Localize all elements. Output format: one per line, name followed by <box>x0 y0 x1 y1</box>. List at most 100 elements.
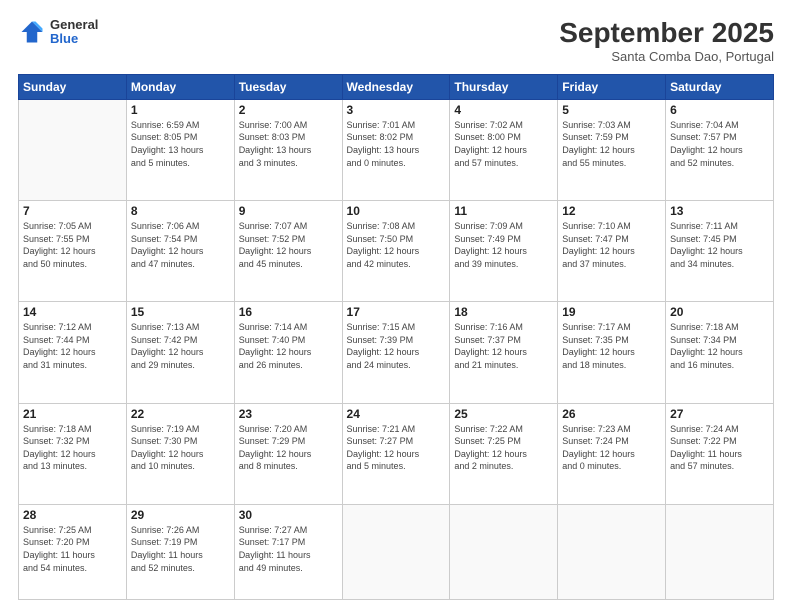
calendar-cell: 10 Sunrise: 7:08 AM Sunset: 7:50 PM Dayli… <box>342 201 450 302</box>
day-number: 4 <box>454 103 553 117</box>
day-info: Sunrise: 7:12 AM Sunset: 7:44 PM Dayligh… <box>23 321 122 371</box>
week-row-1: 1 Sunrise: 6:59 AM Sunset: 8:05 PM Daylig… <box>19 99 774 200</box>
day-number: 29 <box>131 508 230 522</box>
weekday-header-friday: Friday <box>558 74 666 99</box>
calendar-cell: 28Sunrise: 7:25 AM Sunset: 7:20 PM Dayli… <box>19 504 127 599</box>
day-number: 27 <box>670 407 769 421</box>
logo-line1: General <box>50 18 98 32</box>
calendar-cell <box>450 504 558 599</box>
calendar-cell: 17 Sunrise: 7:15 AM Sunset: 7:39 PM Dayli… <box>342 302 450 403</box>
calendar-cell: 12Sunrise: 7:10 AM Sunset: 7:47 PM Dayli… <box>558 201 666 302</box>
day-info: Sunrise: 7:23 AM Sunset: 7:24 PM Dayligh… <box>562 423 661 473</box>
logo-line2: Blue <box>50 32 98 46</box>
calendar-cell: 4 Sunrise: 7:02 AM Sunset: 8:00 PM Daylig… <box>450 99 558 200</box>
calendar-cell: 2 Sunrise: 7:00 AM Sunset: 8:03 PM Daylig… <box>234 99 342 200</box>
calendar-cell: 20 Sunrise: 7:18 AM Sunset: 7:34 PM Dayli… <box>666 302 774 403</box>
day-info: Sunrise: 7:21 AM Sunset: 7:27 PM Dayligh… <box>347 423 446 473</box>
day-info: Sunrise: 7:26 AM Sunset: 7:19 PM Dayligh… <box>131 524 230 574</box>
week-row-3: 14Sunrise: 7:12 AM Sunset: 7:44 PM Dayli… <box>19 302 774 403</box>
calendar-cell: 7 Sunrise: 7:05 AM Sunset: 7:55 PM Daylig… <box>19 201 127 302</box>
day-number: 24 <box>347 407 446 421</box>
day-number: 15 <box>131 305 230 319</box>
day-number: 5 <box>562 103 661 117</box>
day-info: Sunrise: 7:00 AM Sunset: 8:03 PM Dayligh… <box>239 119 338 169</box>
day-number: 25 <box>454 407 553 421</box>
day-number: 12 <box>562 204 661 218</box>
day-number: 8 <box>131 204 230 218</box>
calendar-cell: 24 Sunrise: 7:21 AM Sunset: 7:27 PM Dayli… <box>342 403 450 504</box>
page: General Blue September 2025 Santa Comba … <box>0 0 792 612</box>
day-info: Sunrise: 7:16 AM Sunset: 7:37 PM Dayligh… <box>454 321 553 371</box>
header: General Blue September 2025 Santa Comba … <box>18 18 774 64</box>
title-block: September 2025 Santa Comba Dao, Portugal <box>559 18 774 64</box>
day-info: Sunrise: 7:24 AM Sunset: 7:22 PM Dayligh… <box>670 423 769 473</box>
calendar-cell <box>666 504 774 599</box>
calendar-cell: 27 Sunrise: 7:24 AM Sunset: 7:22 PM Dayli… <box>666 403 774 504</box>
calendar-cell <box>342 504 450 599</box>
calendar-cell: 29 Sunrise: 7:26 AM Sunset: 7:19 PM Dayli… <box>126 504 234 599</box>
weekday-header-wednesday: Wednesday <box>342 74 450 99</box>
day-number: 17 <box>347 305 446 319</box>
day-number: 10 <box>347 204 446 218</box>
day-number: 20 <box>670 305 769 319</box>
calendar-cell: 23Sunrise: 7:20 AM Sunset: 7:29 PM Dayli… <box>234 403 342 504</box>
logo: General Blue <box>18 18 98 47</box>
day-number: 23 <box>239 407 338 421</box>
day-info: Sunrise: 7:09 AM Sunset: 7:49 PM Dayligh… <box>454 220 553 270</box>
day-number: 1 <box>131 103 230 117</box>
calendar-cell: 14Sunrise: 7:12 AM Sunset: 7:44 PM Dayli… <box>19 302 127 403</box>
calendar-cell: 15 Sunrise: 7:13 AM Sunset: 7:42 PM Dayli… <box>126 302 234 403</box>
day-number: 13 <box>670 204 769 218</box>
day-info: Sunrise: 7:18 AM Sunset: 7:34 PM Dayligh… <box>670 321 769 371</box>
day-info: Sunrise: 7:06 AM Sunset: 7:54 PM Dayligh… <box>131 220 230 270</box>
weekday-header-monday: Monday <box>126 74 234 99</box>
day-info: Sunrise: 7:15 AM Sunset: 7:39 PM Dayligh… <box>347 321 446 371</box>
day-number: 16 <box>239 305 338 319</box>
day-number: 2 <box>239 103 338 117</box>
calendar-cell <box>19 99 127 200</box>
day-info: Sunrise: 7:08 AM Sunset: 7:50 PM Dayligh… <box>347 220 446 270</box>
day-info: Sunrise: 7:14 AM Sunset: 7:40 PM Dayligh… <box>239 321 338 371</box>
day-info: Sunrise: 7:22 AM Sunset: 7:25 PM Dayligh… <box>454 423 553 473</box>
week-row-5: 28Sunrise: 7:25 AM Sunset: 7:20 PM Dayli… <box>19 504 774 599</box>
day-info: Sunrise: 7:19 AM Sunset: 7:30 PM Dayligh… <box>131 423 230 473</box>
day-number: 11 <box>454 204 553 218</box>
calendar-cell: 30 Sunrise: 7:27 AM Sunset: 7:17 PM Dayli… <box>234 504 342 599</box>
location-subtitle: Santa Comba Dao, Portugal <box>559 49 774 64</box>
day-number: 28 <box>23 508 122 522</box>
day-info: Sunrise: 6:59 AM Sunset: 8:05 PM Dayligh… <box>131 119 230 169</box>
calendar-cell: 18 Sunrise: 7:16 AM Sunset: 7:37 PM Dayli… <box>450 302 558 403</box>
day-info: Sunrise: 7:13 AM Sunset: 7:42 PM Dayligh… <box>131 321 230 371</box>
week-row-4: 21Sunrise: 7:18 AM Sunset: 7:32 PM Dayli… <box>19 403 774 504</box>
calendar-cell: 21Sunrise: 7:18 AM Sunset: 7:32 PM Dayli… <box>19 403 127 504</box>
calendar-table: SundayMondayTuesdayWednesdayThursdayFrid… <box>18 74 774 600</box>
weekday-header-saturday: Saturday <box>666 74 774 99</box>
day-number: 22 <box>131 407 230 421</box>
calendar-cell: 16 Sunrise: 7:14 AM Sunset: 7:40 PM Dayli… <box>234 302 342 403</box>
calendar-cell: 5Sunrise: 7:03 AM Sunset: 7:59 PM Daylig… <box>558 99 666 200</box>
day-number: 30 <box>239 508 338 522</box>
weekday-header-thursday: Thursday <box>450 74 558 99</box>
calendar-cell: 9 Sunrise: 7:07 AM Sunset: 7:52 PM Daylig… <box>234 201 342 302</box>
calendar-cell: 25 Sunrise: 7:22 AM Sunset: 7:25 PM Dayli… <box>450 403 558 504</box>
weekday-header-sunday: Sunday <box>19 74 127 99</box>
day-info: Sunrise: 7:18 AM Sunset: 7:32 PM Dayligh… <box>23 423 122 473</box>
calendar-cell: 11 Sunrise: 7:09 AM Sunset: 7:49 PM Dayli… <box>450 201 558 302</box>
calendar-cell: 13 Sunrise: 7:11 AM Sunset: 7:45 PM Dayli… <box>666 201 774 302</box>
day-info: Sunrise: 7:02 AM Sunset: 8:00 PM Dayligh… <box>454 119 553 169</box>
day-info: Sunrise: 7:11 AM Sunset: 7:45 PM Dayligh… <box>670 220 769 270</box>
calendar-cell: 6Sunrise: 7:04 AM Sunset: 7:57 PM Daylig… <box>666 99 774 200</box>
month-title: September 2025 <box>559 18 774 49</box>
day-info: Sunrise: 7:27 AM Sunset: 7:17 PM Dayligh… <box>239 524 338 574</box>
calendar-cell: 26 Sunrise: 7:23 AM Sunset: 7:24 PM Dayli… <box>558 403 666 504</box>
logo-text: General Blue <box>50 18 98 47</box>
calendar-cell: 1 Sunrise: 6:59 AM Sunset: 8:05 PM Daylig… <box>126 99 234 200</box>
day-number: 18 <box>454 305 553 319</box>
day-number: 7 <box>23 204 122 218</box>
calendar-cell: 3Sunrise: 7:01 AM Sunset: 8:02 PM Daylig… <box>342 99 450 200</box>
day-info: Sunrise: 7:07 AM Sunset: 7:52 PM Dayligh… <box>239 220 338 270</box>
day-number: 9 <box>239 204 338 218</box>
day-number: 26 <box>562 407 661 421</box>
calendar-cell <box>558 504 666 599</box>
day-info: Sunrise: 7:05 AM Sunset: 7:55 PM Dayligh… <box>23 220 122 270</box>
